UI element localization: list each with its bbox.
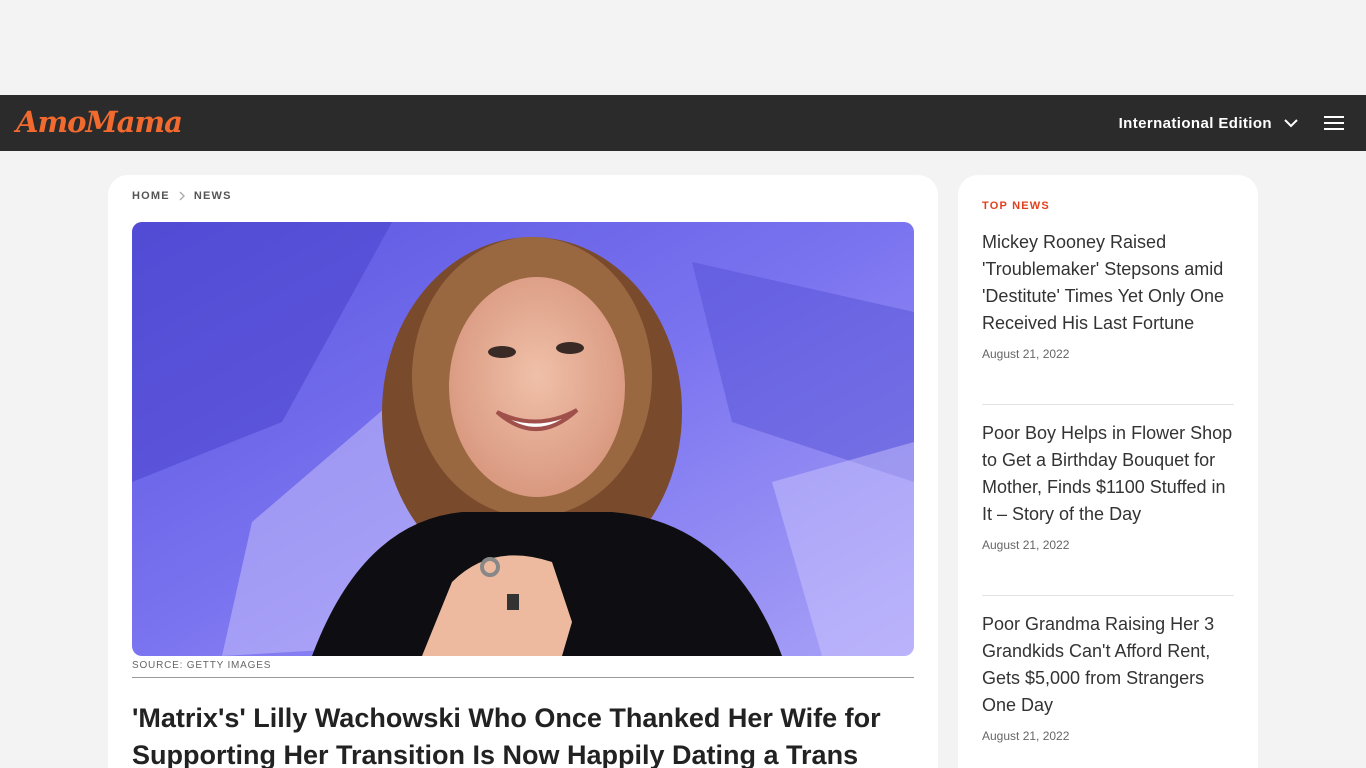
news-separator: [982, 404, 1234, 405]
article-hero-image: [132, 222, 914, 656]
chevron-right-icon: [179, 191, 185, 201]
news-item-date: August 21, 2022: [982, 729, 1070, 743]
top-news-sidebar: TOP NEWS Mickey Rooney Raised 'Troublema…: [958, 175, 1258, 768]
logo-text: AmoMama: [16, 105, 183, 139]
caption-divider: [132, 677, 914, 678]
breadcrumb: HOME NEWS: [132, 190, 232, 202]
site-header: AmoMama International Edition: [0, 95, 1366, 151]
top-news-item[interactable]: Poor Boy Helps in Flower Shop to Get a B…: [982, 420, 1234, 552]
news-item-date: August 21, 2022: [982, 347, 1070, 361]
hamburger-menu-icon[interactable]: [1324, 113, 1344, 133]
breadcrumb-news[interactable]: NEWS: [194, 190, 232, 202]
site-logo[interactable]: AmoMama: [16, 103, 183, 143]
chevron-down-icon: [1284, 119, 1298, 128]
image-source-caption: SOURCE: GETTY IMAGES: [132, 660, 272, 671]
breadcrumb-home[interactable]: HOME: [132, 190, 170, 202]
news-separator: [982, 595, 1234, 596]
ad-space: [0, 0, 1366, 95]
edition-label: International Edition: [1118, 114, 1272, 132]
article-headline: 'Matrix's' Lilly Wachowski Who Once Than…: [132, 703, 881, 768]
edition-selector[interactable]: International Edition: [1119, 95, 1300, 151]
article-card: HOME NEWS SOURCE: GETTY IMAGES 'Matrix's…: [108, 175, 938, 768]
news-item-title: Mickey Rooney Raised 'Troublemaker' Step…: [982, 232, 1224, 333]
news-item-title: Poor Boy Helps in Flower Shop to Get a B…: [982, 423, 1233, 524]
news-item-title: Poor Grandma Raising Her 3 Grandkids Can…: [982, 614, 1215, 715]
top-news-heading: TOP NEWS: [982, 200, 1050, 212]
news-item-date: August 21, 2022: [982, 538, 1070, 552]
top-news-item[interactable]: Mickey Rooney Raised 'Troublemaker' Step…: [982, 229, 1234, 361]
top-news-item[interactable]: Poor Grandma Raising Her 3 Grandkids Can…: [982, 611, 1234, 743]
